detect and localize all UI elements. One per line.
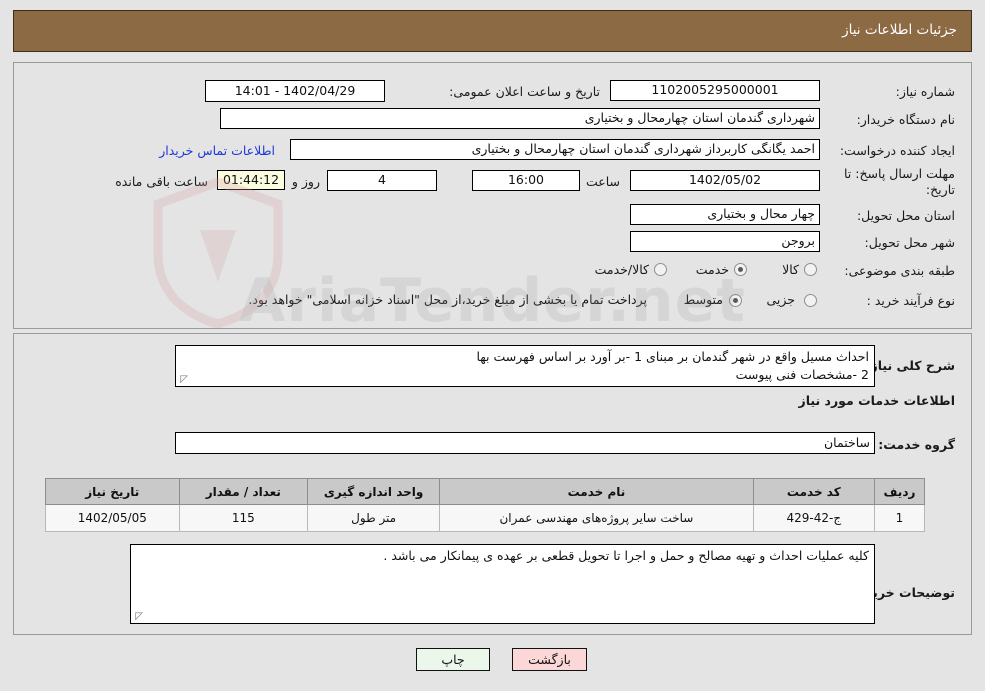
need-summary-label: شرح کلی نیاز:: [865, 358, 955, 373]
th-radif: ردیف: [873, 478, 926, 505]
buyer-contact-link[interactable]: اطلاعات تماس خریدار: [159, 143, 275, 158]
service-group-value: ساختمان: [175, 432, 875, 454]
delivery-province-label: استان محل تحویل:: [856, 208, 955, 223]
buyer-org-value: شهرداری گندمان استان چهارمحال و بختیاری: [220, 108, 820, 129]
deadline-hour-value: 16:00: [472, 170, 580, 191]
cell-unit: متر طول: [307, 504, 441, 532]
back-button[interactable]: بازگشت: [512, 648, 587, 671]
service-group-label: گروه خدمت:: [878, 437, 955, 452]
delivery-city-label: شهر محل تحویل:: [864, 235, 955, 250]
radio-process-motavaset[interactable]: [729, 294, 742, 307]
page-header: جزئیات اطلاعات نیاز: [13, 10, 972, 52]
announce-date-value: 1402/04/29 - 14:01: [205, 80, 385, 102]
radio-process-jozei-label: جزیی: [766, 292, 795, 307]
radio-process-jozei[interactable]: [804, 294, 817, 307]
radio-category-kala-label: کالا: [782, 262, 799, 277]
radio-category-kala-khedmat-label: کالا/خدمت: [594, 262, 649, 277]
services-section-title: اطلاعات خدمات مورد نیاز: [798, 393, 956, 408]
payment-note: پرداخت تمام یا بخشی از مبلغ خرید،از محل …: [248, 292, 647, 307]
deadline-date-value: 1402/05/02: [630, 170, 820, 191]
need-number-label: شماره نیاز:: [895, 84, 955, 99]
deadline-hour-label: ساعت: [585, 174, 620, 189]
radio-category-kala[interactable]: [804, 263, 817, 276]
page-root: جزئیات اطلاعات نیاز شماره نیاز: 11020052…: [0, 0, 985, 691]
process-type-label: نوع فرآیند خرید :: [866, 293, 955, 308]
delivery-city-value: بروجن: [630, 231, 820, 252]
need-summary-textarea[interactable]: احداث مسیل واقع در شهر گندمان بر مبنای 1…: [175, 345, 875, 387]
requester-value: احمد یگانگی کاربرداز شهرداری گندمان استا…: [290, 139, 820, 160]
cell-quantity: 115: [178, 504, 309, 532]
radio-category-khedmat[interactable]: [734, 263, 747, 276]
cell-need-date: 1402/05/05: [45, 504, 180, 532]
requester-label: ایجاد کننده درخواست:: [839, 143, 955, 158]
cell-service-name: ساخت سایر پروژه‌های مهندسی عمران: [439, 504, 754, 532]
announce-date-label: تاریخ و ساعت اعلان عمومی:: [449, 84, 600, 99]
resize-grip-icon[interactable]: ◸: [178, 375, 188, 385]
services-table: ردیف کد خدمت نام خدمت واحد اندازه گیری ت…: [45, 478, 926, 532]
buyer-org-label: نام دستگاه خریدار:: [856, 112, 955, 127]
resize-grip-icon[interactable]: ◸: [133, 612, 143, 622]
remaining-days-label: روز و: [291, 174, 320, 189]
radio-category-kala-khedmat[interactable]: [654, 263, 667, 276]
buyer-notes-text: کلیه عملیات احداث و تهیه مصالح و حمل و ا…: [383, 548, 869, 563]
category-label: طبقه بندی موضوعی:: [844, 263, 955, 278]
cell-radif: 1: [873, 504, 926, 532]
page-title: جزئیات اطلاعات نیاز: [842, 22, 957, 38]
th-service-code: کد خدمت: [752, 478, 875, 505]
th-quantity: تعداد / مقدار: [178, 478, 309, 505]
print-button[interactable]: چاپ: [416, 648, 490, 671]
buyer-notes-textarea[interactable]: کلیه عملیات احداث و تهیه مصالح و حمل و ا…: [130, 544, 875, 624]
cell-service-code: ج-42-429: [752, 504, 875, 532]
countdown-timer: 01:44:12: [217, 170, 285, 190]
th-unit: واحد اندازه گیری: [307, 478, 441, 505]
th-need-date: تاریخ نیاز: [45, 478, 180, 505]
deadline-label: مهلت ارسال پاسخ: تا تاریخ:: [844, 166, 955, 197]
need-summary-text: احداث مسیل واقع در شهر گندمان بر مبنای 1…: [476, 349, 869, 383]
table-header-row: ردیف کد خدمت نام خدمت واحد اندازه گیری ت…: [45, 478, 926, 505]
th-service-name: نام خدمت: [439, 478, 754, 505]
delivery-province-value: چهار محال و بختیاری: [630, 204, 820, 225]
need-summary-panel: [13, 62, 972, 329]
radio-category-khedmat-label: خدمت: [695, 262, 729, 277]
need-number-value: 1102005295000001: [610, 80, 820, 101]
table-row: 1 ج-42-429 ساخت سایر پروژه‌های مهندسی عم…: [45, 504, 926, 532]
remaining-days-value: 4: [327, 170, 437, 191]
radio-process-motavaset-label: متوسط: [683, 292, 723, 307]
countdown-label: ساعت باقی مانده: [115, 174, 208, 189]
